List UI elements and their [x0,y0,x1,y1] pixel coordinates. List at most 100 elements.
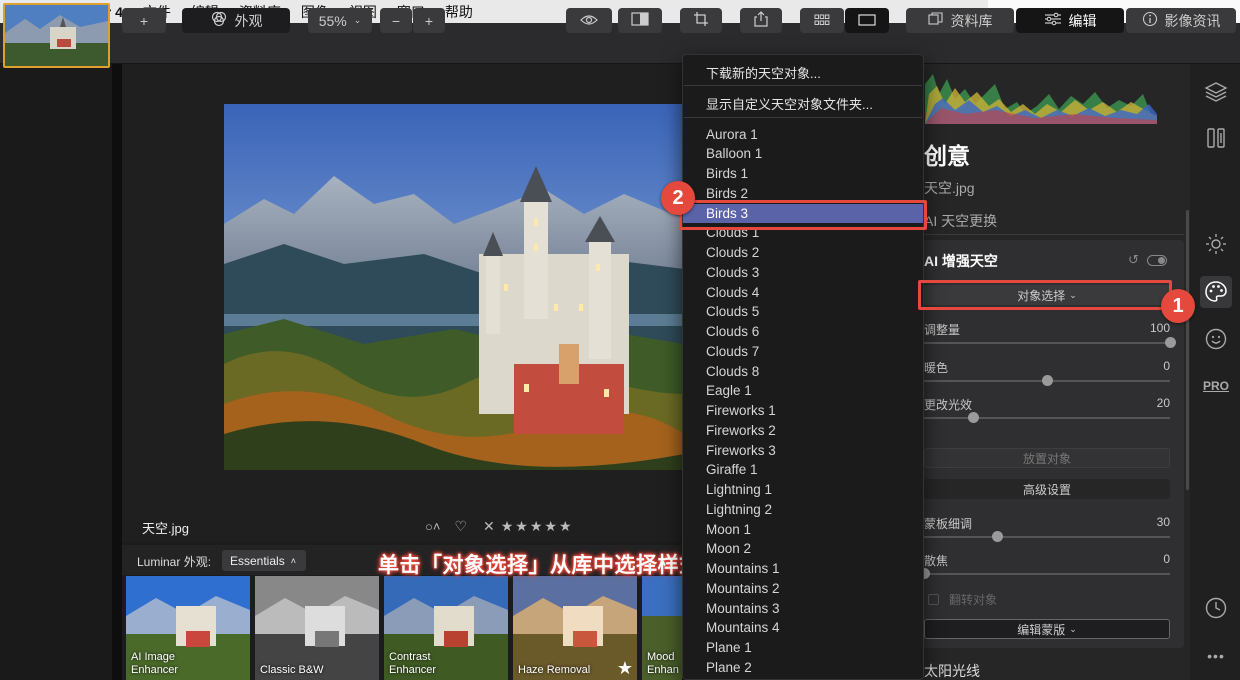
chevron-up-icon: ˄ [290,555,296,566]
tab-library[interactable]: 资料库 [906,8,1014,33]
favorite-star-icon[interactable]: ★ [617,658,633,679]
tab-edit[interactable]: 编辑 [1016,8,1124,33]
add-photos-button[interactable]: + [122,8,166,33]
sky-object-item-eagle-1[interactable]: Eagle 1 [683,381,923,401]
essentials-sun-icon[interactable] [1200,228,1232,260]
slider-relight-track[interactable] [924,417,1170,419]
history-clock-icon[interactable] [1200,592,1232,624]
tab-info[interactable]: 影像资讯 [1126,8,1236,33]
sky-object-item-clouds-2[interactable]: Clouds 2 [683,243,923,263]
menu-separator [684,85,922,86]
looks-category-select[interactable]: Essentials ˄ [222,550,306,571]
zoom-out-button[interactable]: − [380,8,412,33]
highlight-object-select [918,280,1172,310]
film-thumbnail-selected[interactable] [3,3,110,68]
sky-object-item-birds-1[interactable]: Birds 1 [683,164,923,184]
sky-object-item-clouds-8[interactable]: Clouds 8 [683,362,923,382]
slider-amount-knob[interactable] [1164,337,1176,348]
sky-object-item-balloon-1[interactable]: Balloon 1 [683,144,923,164]
favorite-heart-icon[interactable]: ♡ [454,518,467,535]
sky-object-item-clouds-6[interactable]: Clouds 6 [683,322,923,342]
reject-icon[interactable]: ✕ [483,518,495,535]
edit-mask-dropdown[interactable]: 编辑蒙版 ⌄ [924,619,1170,639]
crop-button[interactable] [680,8,722,33]
sky-object-item-mountains-1[interactable]: Mountains 1 [683,559,923,579]
layers-icon[interactable] [1200,76,1232,108]
sky-object-item-lightning-2[interactable]: Lightning 2 [683,500,923,520]
slider-mask-refine-track[interactable] [924,536,1170,538]
sky-object-item-mountains-3[interactable]: Mountains 3 [683,599,923,619]
slider-relight-knob[interactable] [967,412,979,423]
info-label: 影像资讯 [1164,12,1221,29]
sky-object-item-fireworks-2[interactable]: Fireworks 2 [683,421,923,441]
look-thumbnail-classic-bw[interactable]: Classic B&W [255,576,379,680]
sliders-icon [1044,12,1062,29]
slider-defocus-label: 散焦 [924,554,949,568]
slider-amount-track[interactable] [924,342,1170,344]
look-label: AI Image Enhancer [131,651,179,676]
sky-object-item-plane-1[interactable]: Plane 1 [683,638,923,658]
sky-object-item-clouds-3[interactable]: Clouds 3 [683,263,923,283]
zoom-in-button[interactable]: + [413,8,445,33]
grid-view-button[interactable] [800,8,844,33]
reset-icon[interactable]: ↺ [1128,252,1139,268]
slider-defocus-track[interactable] [924,573,1170,575]
color-label-icon[interactable]: ○˄ [425,519,440,534]
sky-object-item-plane-2[interactable]: Plane 2 [683,658,923,678]
look-thumbnail-haze-removal[interactable]: Haze Removal ★ [513,576,637,680]
sky-object-item-clouds-4[interactable]: Clouds 4 [683,283,923,303]
sky-object-item-aurora-1[interactable]: Aurora 1 [683,125,923,145]
download-sky-objects-item[interactable]: 下载新的天空对象... [706,63,821,82]
canvas-tools-icon[interactable] [1200,122,1232,154]
creative-palette-icon[interactable] [1200,276,1232,308]
sky-object-item-fireworks-3[interactable]: Fireworks 3 [683,441,923,461]
portrait-face-icon[interactable] [1200,323,1232,355]
slider-warmth-knob[interactable] [1041,375,1053,386]
compare-button[interactable] [618,8,662,33]
advanced-settings-header[interactable]: 高级设置 [924,479,1170,499]
more-options-icon[interactable]: ••• [1200,640,1232,672]
sky-object-item-lightning-1[interactable]: Lightning 1 [683,480,923,500]
look-thumbnail-ai-image-enhancer[interactable]: AI Image Enhancer [126,576,250,680]
main-photo[interactable] [224,104,684,470]
place-object-button[interactable]: 放置对象 [924,448,1170,468]
pro-tools-icon[interactable]: PRO [1200,370,1232,402]
sky-object-item-moon-1[interactable]: Moon 1 [683,520,923,540]
zoom-out-label: − [391,12,401,29]
look-thumbnail-contrast-enhancer[interactable]: Contrast Enhancer [384,576,508,680]
sky-object-item-giraffe-1[interactable]: Giraffe 1 [683,460,923,480]
look-thumbnail-mood-enhancer[interactable]: Mood Enhan [642,576,682,680]
panel-filename: 天空.jpg [924,180,975,196]
sun-rays-section[interactable]: 太阳光线 [924,661,980,680]
sky-object-item-mountains-4[interactable]: Mountains 4 [683,618,923,638]
rating-bar: ○˄ ♡ ✕ ★★★★★ [425,518,574,535]
compare-icon [631,12,649,29]
slider-amount-value: 100 [1149,321,1170,335]
looks-button[interactable]: 外观 [182,8,290,33]
zoom-select[interactable]: 55% ⌄ [308,8,372,33]
panel-scrollbar[interactable] [1186,210,1189,490]
library-icon [927,12,944,29]
histogram [925,64,1157,124]
star-rating[interactable]: ★★★★★ [501,518,574,535]
sky-object-item-clouds-7[interactable]: Clouds 7 [683,342,923,362]
preview-button[interactable] [566,8,612,33]
slider-defocus-value: 0 [1163,552,1170,566]
sky-object-item-moon-2[interactable]: Moon 2 [683,539,923,559]
sky-object-item-mountains-2[interactable]: Mountains 2 [683,579,923,599]
looks-icon [210,11,228,30]
sky-object-item-fireworks-1[interactable]: Fireworks 1 [683,401,923,421]
toggle-switch[interactable] [1146,254,1167,266]
sky-object-item-clouds-5[interactable]: Clouds 5 [683,302,923,322]
show-custom-folder-item[interactable]: 显示自定义天空对象文件夹... [706,94,873,113]
share-button[interactable] [740,8,782,33]
single-view-button[interactable] [845,8,889,33]
ai-sky-replacement-section[interactable]: AI 天空更换 [924,211,997,231]
look-label: Contrast Enhancer [389,651,437,676]
slider-mask-refine-value: 30 [1156,515,1170,529]
flip-object-checkbox[interactable]: 翻转对象 [928,591,997,608]
single-view-icon [858,13,876,29]
menu-help[interactable]: 帮助 [445,2,473,22]
look-label: Classic B&W [260,664,324,676]
edit-label: 编辑 [1068,12,1097,29]
